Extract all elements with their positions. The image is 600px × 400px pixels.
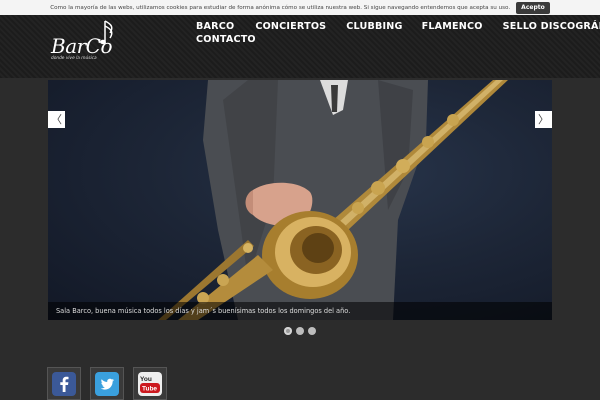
site-header: BarCo donde vive la música BARCO CONCIER…	[0, 15, 600, 78]
nav-item-sello-discografico[interactable]: SELLO DISCOGRÁFICO	[503, 21, 600, 32]
svg-text:Tube: Tube	[142, 385, 157, 392]
hero-slider[interactable]: Sala Barco, buena música todos los días …	[48, 80, 552, 320]
youtube-link[interactable]: You Tube	[133, 367, 167, 400]
slider-pagination	[284, 327, 316, 335]
youtube-icon: You Tube	[138, 371, 162, 396]
slide-caption-text: Sala Barco, buena música todos los días …	[56, 307, 351, 315]
slider-dot-3[interactable]	[308, 327, 316, 335]
logo-tagline: donde vive la música	[51, 56, 97, 61]
nav-item-conciertos[interactable]: CONCIERTOS	[255, 21, 326, 32]
twitter-icon	[95, 371, 119, 396]
slider-dot-2[interactable]	[296, 327, 304, 335]
svg-text:You: You	[140, 376, 152, 383]
saxophone-player-image	[158, 80, 508, 320]
site-logo[interactable]: BarCo donde vive la música	[50, 18, 116, 62]
music-note-icon	[100, 20, 113, 45]
nav-row-1: BARCO CONCIERTOS CLUBBING FLAMENCO SELLO…	[196, 20, 600, 33]
slider-next-button[interactable]: 〉	[535, 111, 552, 128]
nav-item-barco[interactable]: BARCO	[196, 21, 234, 32]
slider-dot-1[interactable]	[284, 327, 292, 335]
nav-row-2: CONTACTO	[196, 33, 566, 46]
cookie-accept-button[interactable]: Acepto	[516, 1, 550, 14]
slide-caption: Sala Barco, buena música todos los días …	[48, 302, 552, 320]
twitter-link[interactable]	[90, 367, 124, 400]
nav-item-flamenco[interactable]: FLAMENCO	[422, 21, 483, 32]
nav-item-clubbing[interactable]: CLUBBING	[346, 21, 402, 32]
facebook-link[interactable]	[47, 367, 81, 400]
cookie-banner: Como la mayoría de las webs, utilizamos …	[0, 0, 600, 15]
facebook-icon	[52, 371, 76, 396]
slider-prev-button[interactable]: 〈	[48, 111, 65, 128]
main-nav: BARCO CONCIERTOS CLUBBING FLAMENCO SELLO…	[196, 20, 600, 46]
nav-item-contacto[interactable]: CONTACTO	[196, 34, 256, 45]
cookie-text: Como la mayoría de las webs, utilizamos …	[50, 4, 511, 11]
